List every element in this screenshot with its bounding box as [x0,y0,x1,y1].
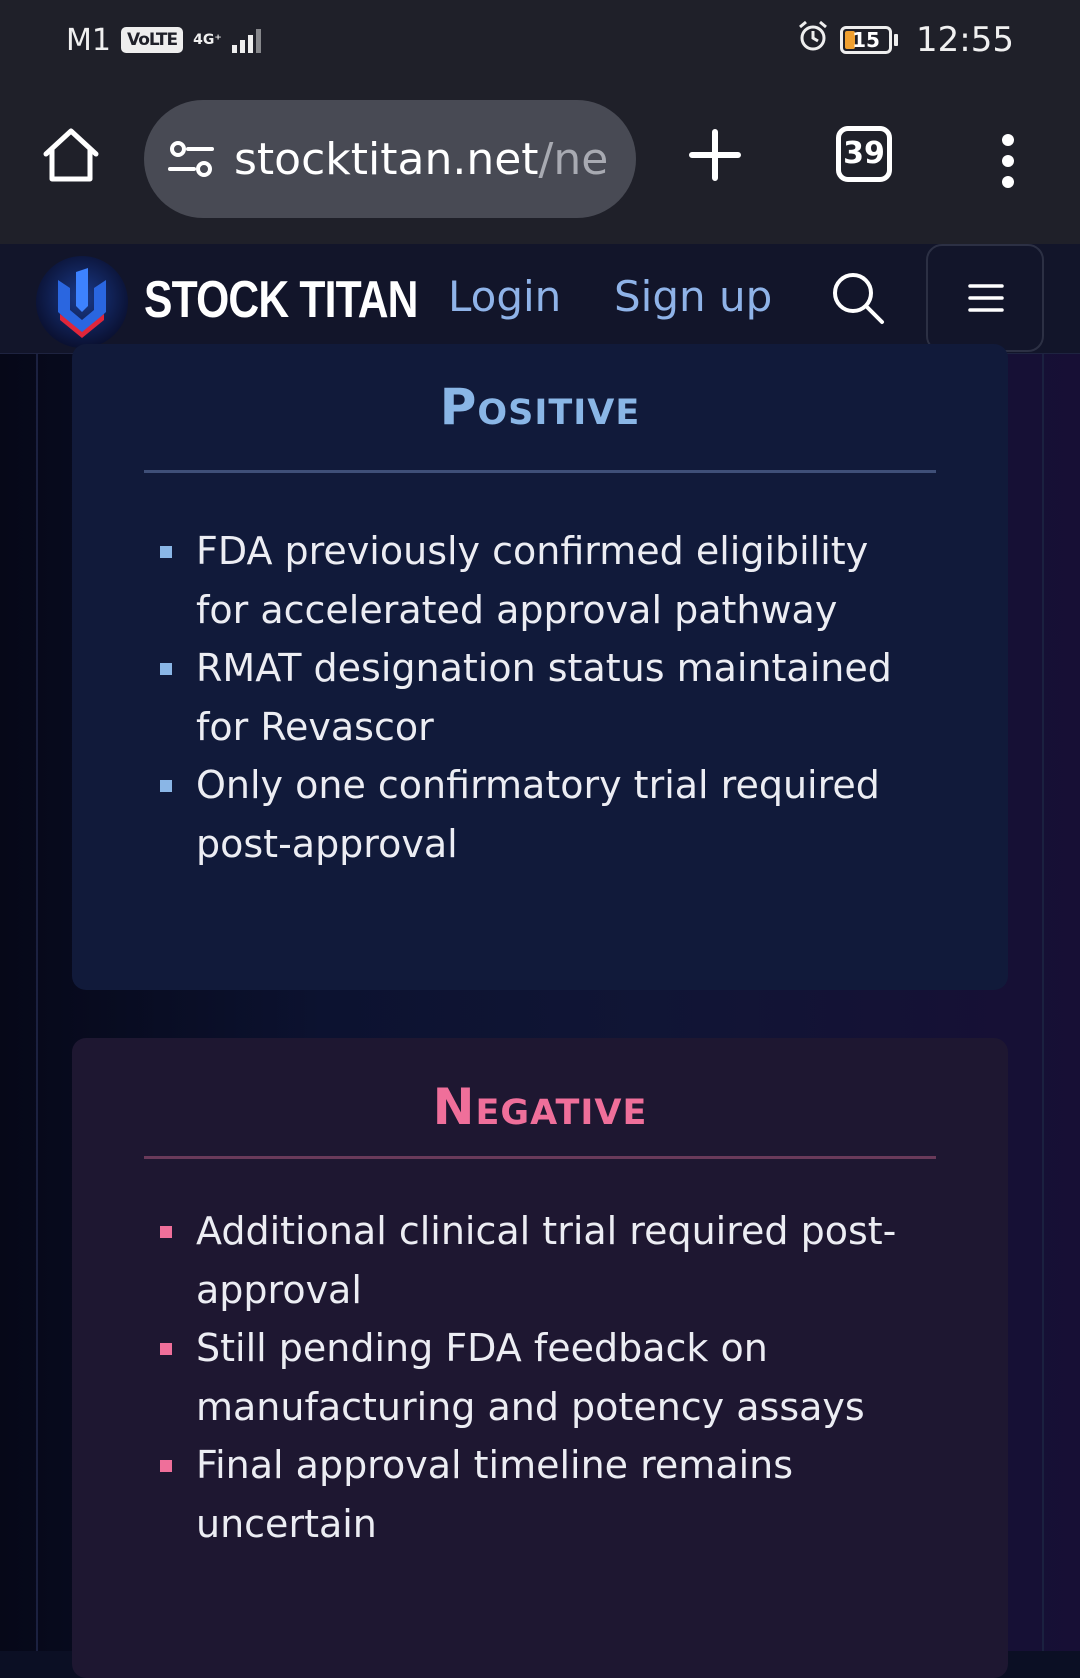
url-text: stocktitan.net/ne [234,134,608,185]
tabs-icon[interactable]: 39 [836,126,892,182]
negative-card: Negative Additional clinical trial requi… [72,1038,1008,1678]
negative-item-text: Still pending FDA feedback on manufactur… [196,1326,865,1429]
carrier-label: M1 [66,22,111,58]
list-item: Final approval timeline remains uncertai… [160,1436,920,1553]
signup-link[interactable]: Sign up [614,272,772,321]
url-domain: stocktitan.net [234,133,539,185]
positive-item-text: FDA previously confirmed eligibility for… [196,529,869,632]
bullet-square-icon [160,1460,172,1472]
negative-divider [144,1156,936,1159]
positive-item-text: RMAT designation status maintained for R… [196,646,892,749]
stock-titan-logo[interactable] [34,254,130,350]
negative-list: Additional clinical trial required post-… [160,1202,920,1553]
brand-name[interactable]: STOCK TITAN [144,270,418,330]
page-content: Positive FDA previously confirmed eligib… [0,344,1080,1678]
bullet-square-icon [160,546,172,558]
tab-count: 39 [843,136,885,171]
plus-icon [689,129,741,181]
negative-item-text: Final approval timeline remains uncertai… [196,1443,794,1546]
home-button[interactable] [40,124,102,186]
browser-toolbar: stocktitan.net/ne 39 [0,80,1080,244]
negative-item-text: Additional clinical trial required post-… [196,1209,897,1312]
positive-title: Positive [439,378,641,436]
frame-border-left [36,354,38,1651]
negative-title: Negative [432,1078,648,1136]
address-bar[interactable]: stocktitan.net/ne [144,100,636,218]
search-icon [833,273,884,324]
bullet-square-icon [160,780,172,792]
alarm-icon [796,19,830,61]
list-item: Additional clinical trial required post-… [160,1202,920,1319]
clock: 12:55 [916,20,1014,60]
status-bar: M1 VoLTE 4G⁺ 15 12:55 [0,0,1080,80]
list-item: Still pending FDA feedback on manufactur… [160,1319,920,1436]
status-left: M1 VoLTE 4G⁺ [66,23,261,58]
more-menu-button[interactable] [996,134,1020,188]
battery-level: 15 [852,28,880,52]
positive-list: FDA previously confirmed eligibility for… [160,522,920,873]
list-item: FDA previously confirmed eligibility for… [160,522,920,639]
network-type-label: 4G⁺ [193,32,222,48]
positive-divider [144,470,936,473]
frame-border-right [1042,354,1044,1651]
login-link[interactable]: Login [448,272,561,321]
list-item: Only one confirmatory trial required pos… [160,756,920,873]
search-button[interactable] [830,270,886,326]
bullet-square-icon [160,663,172,675]
more-vert-icon [1002,134,1014,188]
hamburger-menu-icon [968,284,1004,312]
site-header: STOCK TITAN Login Sign up [0,244,1080,354]
bullet-square-icon [160,1226,172,1238]
battery-icon: 15 [840,26,899,54]
positive-card: Positive FDA previously confirmed eligib… [72,344,1008,990]
list-item: RMAT designation status maintained for R… [160,639,920,756]
url-path: /ne [538,133,609,185]
signal-icon [231,27,261,53]
status-right: 15 12:55 [796,19,1014,61]
home-icon [43,128,99,182]
bullet-square-icon [160,1343,172,1355]
hamburger-menu-button[interactable] [926,244,1044,352]
new-tab-button[interactable] [688,128,742,182]
positive-item-text: Only one confirmatory trial required pos… [196,763,880,866]
volte-badge: VoLTE [120,27,184,53]
site-info-icon[interactable] [168,139,214,179]
